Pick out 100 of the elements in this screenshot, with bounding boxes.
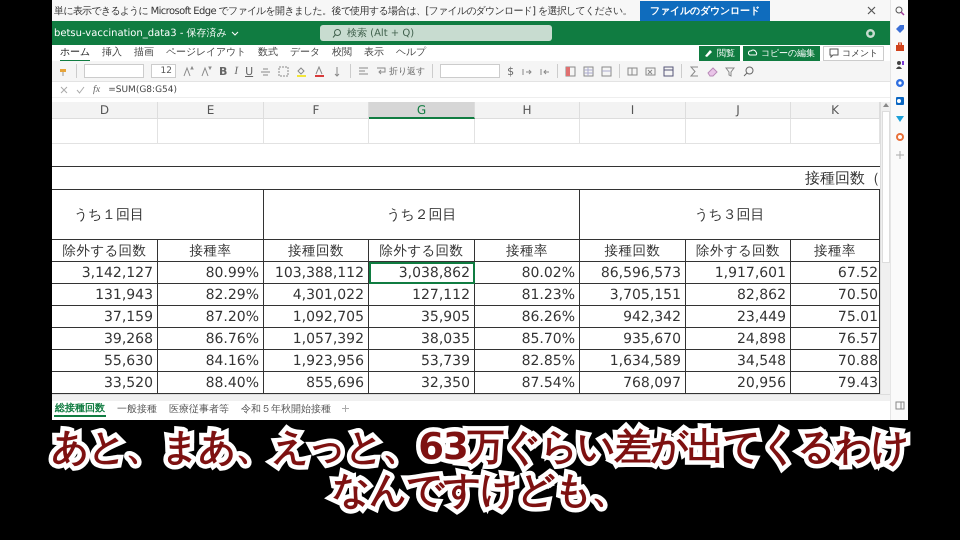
panel-icon[interactable] (894, 401, 904, 410)
chevron-icon[interactable] (230, 31, 239, 36)
table-cell[interactable]: 55,630 (52, 350, 158, 372)
table-cell[interactable]: 34,548 (686, 350, 791, 372)
column-header[interactable]: G (369, 102, 475, 119)
table-cell[interactable]: 24,898 (686, 328, 791, 350)
table-cell[interactable]: 35,905 (369, 306, 475, 328)
sort-filter-icon[interactable] (725, 66, 736, 76)
ribbon-action-button[interactable]: 閲覧 (699, 46, 740, 60)
table-cell[interactable]: 4,301,022 (264, 284, 369, 306)
table-cell[interactable]: 84.16% (158, 350, 264, 372)
empty-cell[interactable] (52, 119, 158, 144)
table-cell[interactable]: 38,035 (369, 328, 475, 350)
scrollbar[interactable] (880, 102, 890, 394)
ribbon-action-button[interactable]: コピーの編集 (743, 46, 820, 60)
ribbon-action-button[interactable]: コメント (823, 46, 884, 60)
table-cell[interactable]: 1,917,601 (686, 262, 791, 284)
empty-cell[interactable] (475, 119, 580, 144)
table-cell[interactable]: 86.26% (475, 306, 580, 328)
horizontal-scrollbar[interactable] (52, 394, 890, 401)
table-cell[interactable]: 131,943 (52, 284, 158, 306)
table-cell[interactable]: 1,092,705 (264, 306, 369, 328)
send-icon[interactable] (894, 114, 904, 124)
font-color-icon[interactable] (314, 66, 326, 76)
table-cell[interactable]: 3,038,862 (369, 262, 475, 284)
table-cell[interactable]: 85.70% (475, 328, 580, 350)
download-button[interactable]: ファイルのダウンロード (640, 0, 770, 20)
sheet-tab[interactable]: 総接種回数 (54, 400, 106, 416)
table-cell[interactable]: 37,159 (52, 306, 158, 328)
grow-font-icon[interactable] (183, 66, 194, 76)
sum-icon[interactable] (689, 66, 700, 76)
table-cell[interactable]: 1,634,589 (580, 350, 686, 372)
function-button[interactable]: fx (93, 84, 100, 95)
italic-button[interactable]: I (234, 65, 238, 77)
table-cell[interactable]: 86.76% (158, 328, 264, 350)
empty-cell[interactable] (264, 119, 369, 144)
format-cells-icon[interactable] (663, 66, 674, 76)
ribbon-tab[interactable]: 表示 (364, 44, 384, 62)
table-cell[interactable]: 53,739 (369, 350, 475, 372)
table-cell[interactable]: 39,268 (52, 328, 158, 350)
table-cell[interactable]: 82.85% (475, 350, 580, 372)
table-cell[interactable]: 1,057,392 (264, 328, 369, 350)
wrap-text-button[interactable]: 折り返す (376, 64, 426, 78)
mail-icon[interactable] (894, 96, 904, 106)
table-cell[interactable]: 82.29% (158, 284, 264, 306)
delete-cells-icon[interactable] (645, 66, 656, 76)
column-header[interactable]: J (686, 102, 791, 119)
person-icon[interactable] (894, 60, 904, 70)
column-header[interactable]: I (580, 102, 686, 119)
table-cell[interactable]: 87.20% (158, 306, 264, 328)
number-format-field[interactable] (440, 64, 500, 78)
ribbon-tab[interactable]: 数式 (258, 44, 278, 62)
font-name-field[interactable] (84, 64, 144, 78)
column-header[interactable]: H (475, 102, 580, 119)
ribbon-tab[interactable]: 描画 (134, 44, 154, 62)
table-cell[interactable]: 23,449 (686, 306, 791, 328)
underline-button[interactable]: U (245, 64, 254, 78)
bold-button[interactable]: B (219, 64, 228, 78)
ribbon-tab[interactable]: ヘルプ (396, 44, 426, 62)
font-size-field[interactable]: 12 (151, 64, 176, 78)
align-icon[interactable] (358, 66, 370, 76)
empty-cell[interactable] (580, 119, 686, 144)
sheet-tab[interactable]: 一般接種 (116, 402, 158, 416)
empty-cell[interactable] (686, 119, 791, 144)
table-cell[interactable]: 127,112 (369, 284, 475, 306)
table-cell[interactable]: 81.23% (475, 284, 580, 306)
cell-style-icon[interactable] (601, 66, 612, 76)
table-cell[interactable]: 103,388,112 (264, 262, 369, 284)
sheet-tab[interactable]: 令和５年秋開始接種 (240, 402, 332, 416)
strikethrough-icon[interactable] (260, 66, 272, 76)
conditional-format-icon[interactable] (565, 66, 576, 76)
empty-cell[interactable] (369, 119, 475, 144)
ribbon-tab[interactable]: データ (290, 44, 320, 62)
game-icon[interactable] (894, 132, 904, 142)
briefcase-icon[interactable] (894, 42, 904, 52)
scroll-up-icon[interactable] (882, 102, 888, 107)
insert-cells-icon[interactable] (627, 66, 638, 76)
check-icon[interactable] (76, 86, 85, 94)
search-icon[interactable] (743, 66, 754, 76)
table-cell[interactable]: 3,705,151 (580, 284, 686, 306)
search-icon[interactable] (894, 6, 904, 16)
table-cell[interactable]: 80.99% (158, 262, 264, 284)
cancel-icon[interactable] (60, 86, 68, 94)
ribbon-tab[interactable]: 挿入 (102, 44, 122, 62)
column-header[interactable]: E (158, 102, 264, 119)
border-icon[interactable] (278, 66, 290, 76)
table-cell[interactable]: 80.02% (475, 262, 580, 284)
table-cell[interactable]: 82,862 (686, 284, 791, 306)
add-icon[interactable] (894, 150, 904, 160)
table-format-icon[interactable] (583, 66, 594, 76)
column-header[interactable]: F (264, 102, 369, 119)
ribbon-tab[interactable]: 校閲 (332, 44, 352, 62)
shrink-font-icon[interactable] (201, 66, 212, 76)
currency-button[interactable]: $ (507, 64, 514, 78)
close-icon[interactable] (867, 6, 876, 15)
settings-icon[interactable] (865, 28, 876, 38)
search-field[interactable]: 検索 (Alt + Q) (320, 25, 552, 41)
table-cell[interactable]: 1,923,956 (264, 350, 369, 372)
eraser-icon[interactable] (707, 66, 718, 76)
column-header[interactable]: K (791, 102, 880, 119)
